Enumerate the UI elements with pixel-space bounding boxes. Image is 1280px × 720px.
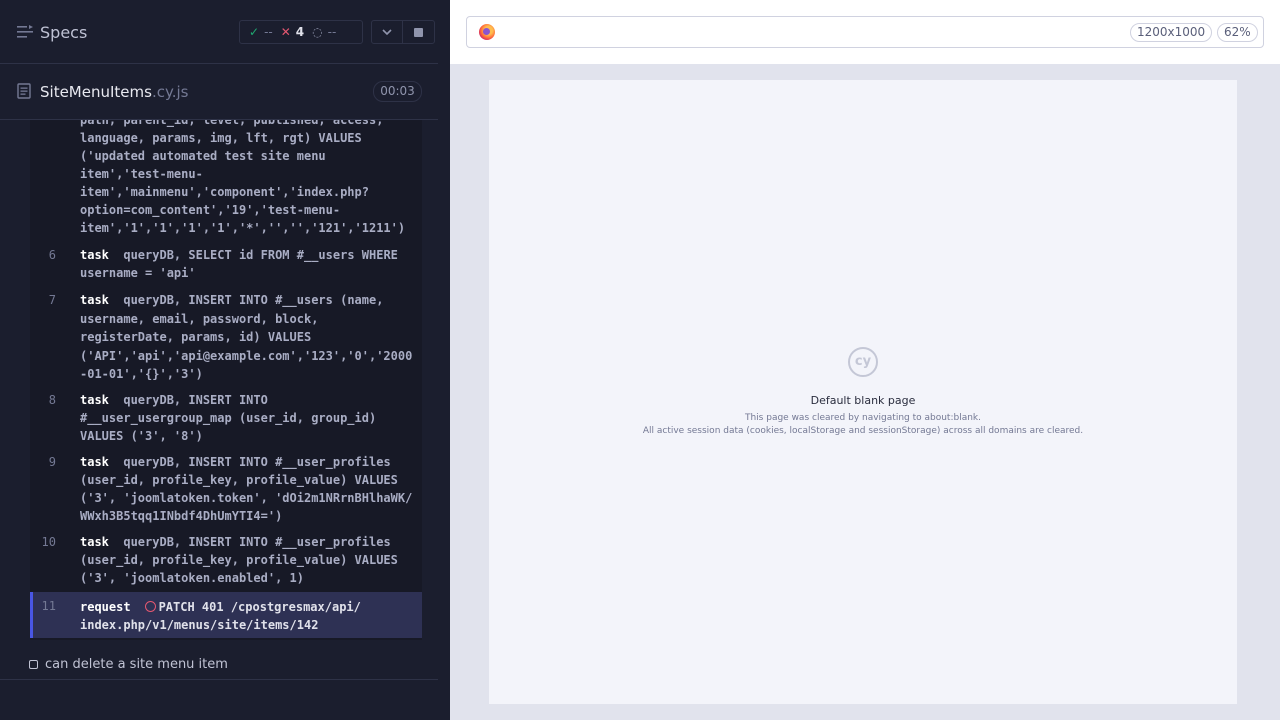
chevron-down-icon xyxy=(382,29,392,35)
failed-request-icon xyxy=(144,601,156,612)
run-timer: 00:03 xyxy=(373,81,422,102)
viewport-size-badge[interactable]: 1200x1000 xyxy=(1130,23,1213,42)
divider xyxy=(0,679,438,680)
blank-page-line-1: This page was cleared by navigating to a… xyxy=(744,413,981,423)
command-body: request PATCH 401 /cpostgresmax/api/ inde… xyxy=(80,598,420,634)
command-name: task xyxy=(80,535,109,549)
spec-file-name[interactable]: SiteMenuItems.cy.js xyxy=(40,83,188,101)
passed-stat: ✓ -- xyxy=(249,25,273,39)
command-name: task xyxy=(80,455,109,469)
command-body: task queryDB, INSERT INTO #__user_profil… xyxy=(80,453,420,525)
command-number: 11 xyxy=(41,599,56,613)
command-body: task queryDB, INSERT INTO #__user_profil… xyxy=(80,533,420,587)
x-icon: ✕ xyxy=(280,25,291,39)
firefox-icon[interactable] xyxy=(479,24,495,40)
command-row[interactable]: 10 task queryDB, INSERT INTO #__user_pro… xyxy=(30,533,422,587)
command-body: task queryDB, SELECT id FROM #__users WH… xyxy=(80,246,420,282)
command-message: queryDB, SELECT id FROM #__users WHERE u… xyxy=(80,248,398,280)
command-body: task queryDB, INSERT INTO #__user_usergr… xyxy=(80,391,420,445)
command-message: path, parent_id, level, published, acces… xyxy=(80,120,406,235)
stop-icon xyxy=(414,27,423,37)
command-log-panel: Specs ✓ -- ✕ 4 ◌ -- SiteMenuItems.cy.js … xyxy=(0,0,438,720)
command-name: task xyxy=(80,248,109,262)
command-number: 7 xyxy=(48,293,56,307)
cypress-logo-icon: cy xyxy=(848,347,878,377)
file-icon xyxy=(17,83,31,99)
blank-page-title: Default blank page xyxy=(810,394,916,407)
command-row[interactable]: 9 task queryDB, INSERT INTO #__user_prof… xyxy=(30,453,422,525)
command-row[interactable]: 6 task queryDB, SELECT id FROM #__users … xyxy=(30,246,422,282)
aut-iframe[interactable] xyxy=(489,80,1237,704)
command-row[interactable]: 8 task queryDB, INSERT INTO #__user_user… xyxy=(30,391,422,445)
command-message: queryDB, INSERT INTO #__user_profiles (u… xyxy=(80,455,413,523)
command-message: queryDB, INSERT INTO #__users (name, use… xyxy=(80,293,413,382)
stop-button[interactable] xyxy=(403,21,434,43)
command-row[interactable]: path, parent_id, level, published, acces… xyxy=(30,120,422,237)
failed-stat: ✕ 4 xyxy=(281,25,304,39)
command-name: task xyxy=(80,293,109,307)
zoom-badge[interactable]: 62% xyxy=(1217,23,1258,42)
test-status-icon xyxy=(29,660,38,669)
command-number: 9 xyxy=(48,455,56,469)
run-controls xyxy=(371,20,435,44)
specs-label[interactable]: Specs xyxy=(40,23,87,42)
command-message: queryDB, INSERT INTO #__user_profiles (u… xyxy=(80,535,398,585)
pending-icon: ◌ xyxy=(312,25,323,39)
command-number: 10 xyxy=(41,535,56,549)
command-number: 8 xyxy=(48,393,56,407)
reporter-header: Specs ✓ -- ✕ 4 ◌ -- xyxy=(0,0,438,64)
failed-count: 4 xyxy=(295,25,305,39)
specs-menu-icon[interactable] xyxy=(17,25,33,39)
command-name: request xyxy=(80,600,131,614)
spec-file-ext: .cy.js xyxy=(151,83,189,101)
command-log: path, parent_id, level, published, acces… xyxy=(30,120,422,640)
command-body: task queryDB, INSERT INTO #__users (name… xyxy=(80,291,420,384)
passed-count: -- xyxy=(264,25,273,39)
pending-count: -- xyxy=(327,25,337,39)
panel-resizer[interactable] xyxy=(438,0,450,720)
blank-page-line-2: All active session data (cookies, localS… xyxy=(642,426,1084,436)
test-title: can delete a site menu item xyxy=(45,657,228,672)
test-item[interactable]: can delete a site menu item xyxy=(29,657,228,672)
collapse-button[interactable] xyxy=(372,21,403,43)
spec-file-basename: SiteMenuItems xyxy=(40,83,152,101)
command-name: task xyxy=(80,393,109,407)
command-row-active[interactable]: 11 request PATCH 401 /cpostgresmax/api/ i… xyxy=(30,592,422,638)
test-stats: ✓ -- ✕ 4 ◌ -- xyxy=(239,20,363,44)
command-row[interactable]: 7 task queryDB, INSERT INTO #__users (na… xyxy=(30,291,422,381)
check-icon: ✓ xyxy=(249,25,260,39)
pending-stat: ◌ -- xyxy=(312,25,336,39)
command-message: queryDB, INSERT INTO #__user_usergroup_m… xyxy=(80,393,377,443)
command-number: 6 xyxy=(48,248,56,262)
